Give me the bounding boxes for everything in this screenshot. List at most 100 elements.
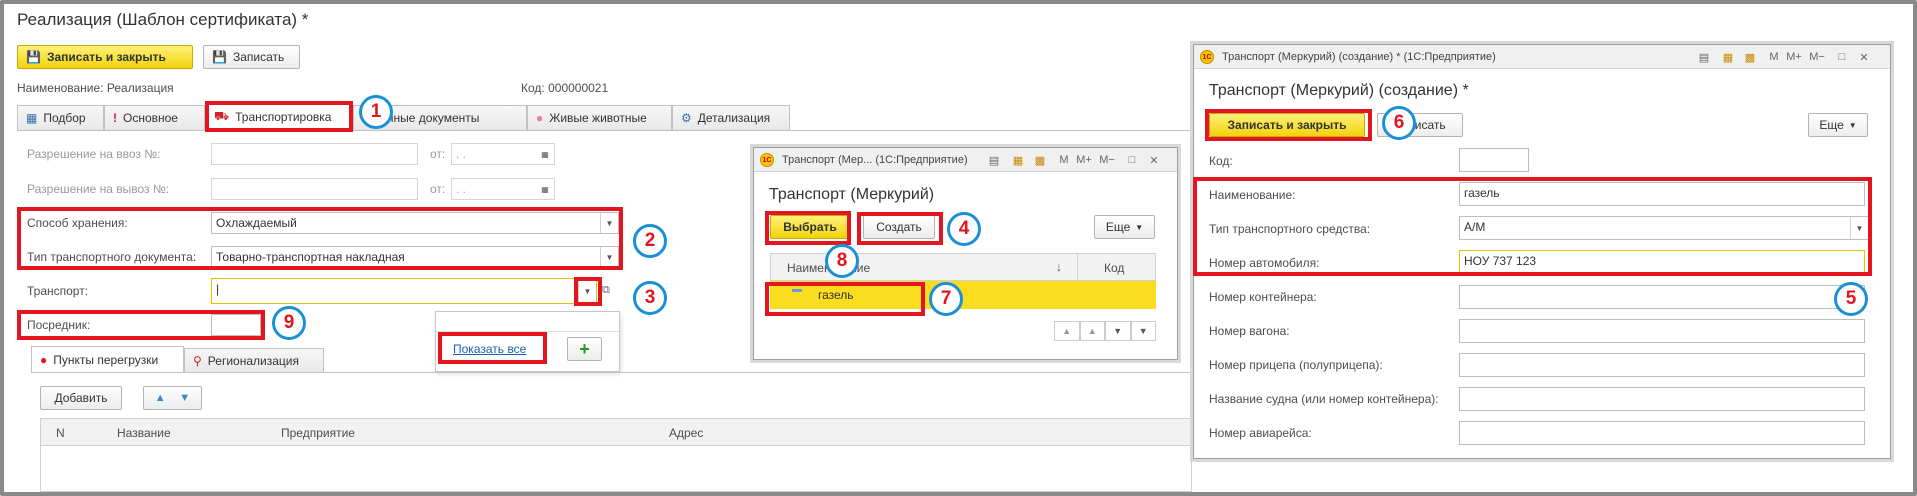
move-buttons[interactable]: ▲ ▼: [143, 386, 202, 410]
transport-input[interactable]: | ▼: [211, 278, 597, 304]
sort-icon[interactable]: ↓: [1056, 260, 1062, 274]
memory-mplus-button[interactable]: M+: [1786, 49, 1802, 65]
column-n: N: [56, 426, 65, 440]
annotation-marker-3: 3: [633, 281, 667, 315]
calendar-icon[interactable]: ▩: [1032, 152, 1048, 168]
add-button[interactable]: +: [567, 337, 602, 361]
subtab-divider: [31, 372, 1192, 373]
form-title: Транспорт (Меркурий) (создание) *: [1209, 82, 1469, 99]
open-icon[interactable]: ⧉: [602, 284, 616, 298]
trailer-label: Номер прицепа (полуприцепа):: [1209, 358, 1383, 372]
name-value: Реализация: [106, 81, 174, 95]
tab-main[interactable]: ! Основное: [104, 105, 205, 130]
doc-icon[interactable]: ▤: [986, 152, 1002, 168]
ship-label: Название судна (или номер контейнера):: [1209, 392, 1439, 406]
memory-mplus-button[interactable]: M+: [1076, 152, 1092, 168]
car-number-label: Номер автомобиля:: [1209, 256, 1320, 270]
import-permit-label: Разрешение на ввоз №:: [27, 147, 161, 161]
doc-icon[interactable]: ▤: [1696, 49, 1712, 65]
close-icon[interactable]: ✕: [1856, 49, 1872, 65]
tab-related-docs[interactable]: вязанные документы: [353, 105, 527, 130]
calendar-icon[interactable]: ▦: [536, 144, 554, 164]
name-label: Наименование:: [1209, 188, 1296, 202]
trailer-input[interactable]: [1459, 353, 1865, 377]
maximize-icon[interactable]: □: [1834, 49, 1850, 65]
tab-podbor[interactable]: ▦ Подбор: [17, 105, 104, 130]
popup-empty-list: [436, 312, 619, 332]
code-input[interactable]: [1459, 148, 1529, 172]
tab-divider: [17, 130, 1192, 131]
code-value: 000000021: [548, 81, 609, 95]
container-input[interactable]: [1459, 285, 1865, 309]
storage-label: Способ хранения:: [27, 216, 128, 230]
calc-icon[interactable]: ▦: [1010, 152, 1026, 168]
intermediary-input[interactable]: [211, 314, 261, 336]
car-number-input[interactable]: НОУ 737 123: [1459, 250, 1865, 274]
floppy-icon: 💾: [26, 50, 41, 64]
add-row-button[interactable]: Добавить: [40, 386, 122, 410]
down-icon[interactable]: ▼: [1105, 321, 1131, 341]
calendar-icon[interactable]: ▦: [536, 179, 554, 199]
save-button[interactable]: 💾 Записать: [203, 45, 300, 69]
subtab-reload-points[interactable]: ● Пункты перегрузки: [31, 346, 184, 373]
ship-input[interactable]: [1459, 387, 1865, 411]
floppy-icon: 💾: [212, 50, 227, 64]
doc-type-select[interactable]: Товарно-транспортная накладная ▼: [211, 246, 619, 268]
code-label: Код: 000000021: [521, 81, 609, 95]
points-table-header: N Название Предприятие Адрес: [40, 418, 1192, 446]
tab-live-animals[interactable]: ● Живые животные: [527, 105, 672, 130]
create-button[interactable]: Создать: [863, 215, 935, 239]
import-from-label: от:: [430, 147, 446, 161]
chevron-down-icon: ▼: [1135, 222, 1144, 232]
save-close-button[interactable]: Записать и закрыть: [1209, 113, 1365, 137]
flight-input[interactable]: [1459, 421, 1865, 445]
memory-mminus-button[interactable]: M−: [1099, 152, 1115, 168]
tab-transport[interactable]: ⛟ Транспортировка: [205, 103, 353, 130]
tab-detail[interactable]: ⚙ Детализация: [672, 105, 790, 130]
memory-mminus-button[interactable]: M−: [1809, 49, 1825, 65]
map-pin-icon: ●: [40, 353, 48, 367]
wagon-label: Номер вагона:: [1209, 324, 1290, 338]
more-button[interactable]: Еще ▼: [1094, 215, 1155, 239]
chevron-down-icon[interactable]: ▼: [578, 279, 596, 303]
import-date-input[interactable]: . . ▦: [451, 143, 555, 165]
arrow-down-icon[interactable]: ▼: [179, 392, 190, 404]
row-name: газель: [818, 288, 854, 302]
arrow-up-icon[interactable]: ▲: [155, 392, 166, 404]
import-permit-input[interactable]: [211, 143, 418, 165]
subtab-regionalization[interactable]: ⚲ Регионализация: [184, 348, 324, 373]
calendar-icon[interactable]: ▩: [1742, 49, 1758, 65]
wagon-input[interactable]: [1459, 319, 1865, 343]
more-button[interactable]: Еще ▼: [1808, 113, 1868, 137]
name-input[interactable]: газель: [1459, 182, 1865, 206]
first-icon[interactable]: ▲: [1054, 321, 1080, 341]
doc-type-label: Тип транспортного документа:: [27, 250, 197, 264]
export-permit-label: Разрешение на вывоз №:: [27, 182, 170, 196]
chevron-down-icon[interactable]: ▼: [600, 247, 618, 267]
export-permit-input[interactable]: [211, 178, 418, 200]
memory-m-button[interactable]: M: [1056, 152, 1072, 168]
picker-nav-buttons: ▲ ▲ ▼ ▼: [1054, 321, 1156, 341]
table-row[interactable]: газель: [770, 281, 1156, 309]
show-all-link[interactable]: Показать все: [453, 342, 526, 356]
plus-icon: +: [579, 338, 590, 359]
intermediary-label: Посредник:: [27, 318, 91, 332]
item-icon: [792, 289, 802, 292]
memory-m-button[interactable]: M: [1766, 49, 1782, 65]
page-title: Реализация (Шаблон сертификата) *: [17, 10, 309, 29]
maximize-icon[interactable]: □: [1124, 152, 1140, 168]
export-date-input[interactable]: . . ▦: [451, 178, 555, 200]
save-close-button[interactable]: 💾 Записать и закрыть: [17, 45, 193, 69]
select-button[interactable]: Выбрать: [770, 215, 850, 239]
save-button[interactable]: Записать: [1377, 113, 1463, 137]
chevron-down-icon[interactable]: ▼: [600, 213, 618, 233]
export-from-label: от:: [430, 182, 446, 196]
vehicle-type-select[interactable]: А/М ▼: [1459, 216, 1869, 240]
close-icon[interactable]: ✕: [1146, 152, 1162, 168]
last-icon[interactable]: ▼: [1130, 321, 1156, 341]
chevron-down-icon[interactable]: ▼: [1850, 217, 1868, 239]
up-icon[interactable]: ▲: [1079, 321, 1105, 341]
storage-select[interactable]: Охлаждаемый ▼: [211, 212, 619, 234]
points-table-body[interactable]: [40, 446, 1192, 492]
calc-icon[interactable]: ▦: [1720, 49, 1736, 65]
